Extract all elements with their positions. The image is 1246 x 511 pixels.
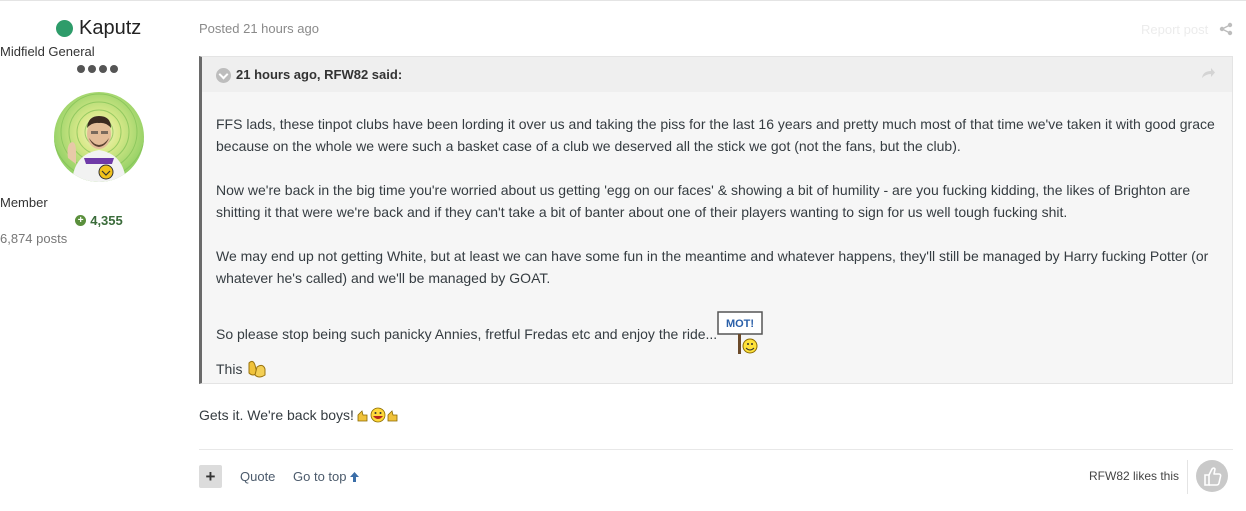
quote-citation[interactable]: 21 hours ago, RFW82 said:	[236, 67, 402, 82]
likes-summary[interactable]: RFW82 likes this	[1089, 469, 1179, 483]
arrow-up-icon	[350, 471, 360, 482]
thumbs-up-icon	[1204, 467, 1222, 486]
rank-pip	[88, 65, 96, 73]
author-name-row: Kaputz	[56, 17, 141, 40]
multiquote-button[interactable]: +	[199, 465, 222, 488]
quote-header: 21 hours ago, RFW82 said:	[202, 57, 1232, 92]
go-to-top-link[interactable]: Go to top	[293, 469, 360, 484]
clapping-hands-icon	[248, 360, 266, 378]
quote-this-line: This	[216, 358, 1221, 380]
mot-sign-emoji-icon: MOT!	[717, 311, 763, 354]
avatar[interactable]	[54, 92, 144, 182]
online-status-icon	[56, 20, 73, 37]
collapse-toggle-icon[interactable]	[216, 68, 231, 83]
post-count: 6,874 posts	[0, 231, 68, 246]
author-title: Midfield General	[0, 44, 95, 59]
quote-paragraph: FFS lads, these tinpot clubs have been l…	[216, 116, 1215, 154]
avatar-image	[54, 92, 144, 182]
quote-block: 21 hours ago, RFW82 said: FFS lads, thes…	[199, 56, 1233, 384]
quote-paragraph: We may end up not getting White, but at …	[216, 248, 1209, 286]
rank-pip	[77, 65, 85, 73]
reputation-badge: + 4,355	[0, 213, 198, 228]
plus-circle-icon: +	[75, 215, 87, 226]
go-to-top-label: Go to top	[293, 469, 347, 484]
quote-button[interactable]: Quote	[240, 469, 275, 484]
top-border	[0, 0, 1246, 1]
share-icon[interactable]	[1219, 22, 1233, 36]
post-timestamp[interactable]: Posted 21 hours ago	[199, 21, 319, 36]
post-text: Gets it. We're back boys!	[199, 407, 354, 423]
rank-pip	[110, 65, 118, 73]
likes-separator	[1187, 460, 1188, 494]
report-post-link[interactable]: Report post	[1141, 22, 1208, 37]
go-to-quoted-post-icon[interactable]	[1200, 66, 1216, 80]
reputation-value: 4,355	[90, 213, 123, 228]
quote-paragraph: Now we're back in the big time you're wo…	[216, 182, 1191, 220]
post-content: Gets it. We're back boys!	[199, 407, 399, 423]
quote-this-text: This	[216, 361, 243, 377]
mot-sign-text: MOT!	[726, 318, 754, 330]
author-group: Member	[0, 195, 48, 210]
thumbs-up-laughing-emoji-icon	[357, 407, 398, 423]
rank-pip	[99, 65, 107, 73]
like-button[interactable]	[1196, 460, 1228, 492]
post-divider	[199, 449, 1233, 450]
rank-pips	[77, 65, 118, 73]
author-name[interactable]: Kaputz	[79, 17, 141, 40]
